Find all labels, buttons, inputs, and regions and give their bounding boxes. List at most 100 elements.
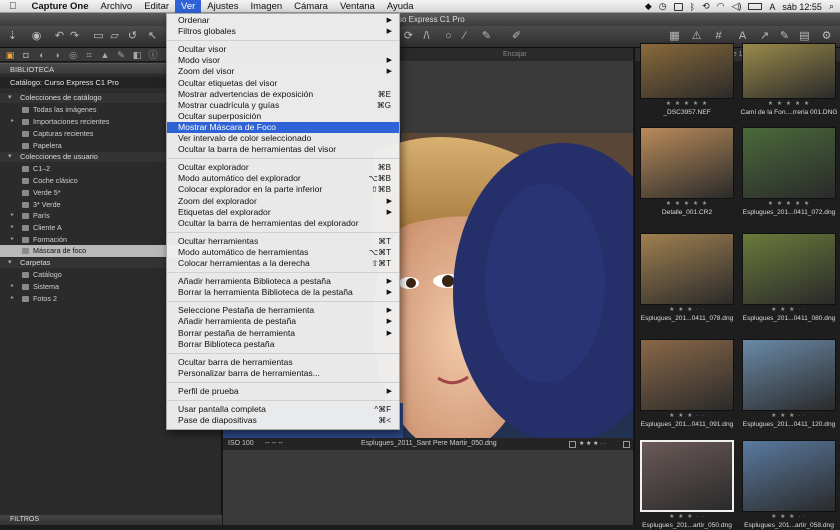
menu-item[interactable]: Etiquetas del explorador ▶ (167, 207, 399, 218)
tab-library-icon[interactable]: ▣ (5, 50, 15, 60)
tab-capture-icon[interactable]: ◘ (21, 50, 31, 60)
thumbnail-image[interactable] (742, 440, 836, 512)
menu-item[interactable]: Ocultar etiquetas del visor (167, 78, 399, 89)
menu-item[interactable]: Personalizar barra de herramientas... (167, 368, 399, 379)
thumbnail-rating[interactable]: ★ ★ ★ · · (637, 513, 737, 521)
menu-item[interactable]: Pase de diapositivas ⌘< (167, 415, 399, 426)
menu-app[interactable]: Capture One (26, 0, 95, 13)
circle-tool-icon[interactable]: ○ (442, 30, 455, 43)
menu-ventana[interactable]: Ventana (334, 0, 381, 13)
menu-item[interactable]: Usar pantalla completa ^⌘F (167, 404, 399, 415)
menu-item[interactable]: Filtros globales ▶ (167, 26, 399, 37)
select-checkbox-icon[interactable] (569, 441, 576, 448)
filters-header[interactable]: FILTROS (0, 515, 222, 525)
time-machine-icon[interactable]: ⟲ (702, 1, 710, 12)
thumbnail-image[interactable] (640, 233, 734, 305)
menu-item[interactable]: Añadir herramienta de pestaña ▶ (167, 316, 399, 327)
tab-local-icon[interactable]: ✎ (116, 50, 126, 60)
reset-icon[interactable]: ↺ (126, 30, 139, 43)
apply-adjust-icon[interactable]: ▱ (108, 30, 121, 43)
menu-ayuda[interactable]: Ayuda (381, 0, 420, 13)
clock-text[interactable]: sáb 12:55 (782, 2, 822, 12)
menu-item[interactable]: Modo visor ▶ (167, 55, 399, 66)
warning-icon[interactable]: ⚠ (690, 30, 703, 43)
thumbnail-rating[interactable]: ★ ★ ★ · · (637, 306, 737, 314)
menu-camara[interactable]: Cámara (288, 0, 334, 13)
expand-icon[interactable]: ▸ (11, 222, 14, 234)
menu-item[interactable]: Mostrar advertencias de exposición ⌘E (167, 89, 399, 100)
tab-details-icon[interactable]: ▲ (100, 50, 110, 60)
edit-icon[interactable]: ✎ (778, 30, 791, 43)
menu-item[interactable]: Borrar pestaña de herramienta ▶ (167, 328, 399, 339)
expand-icon[interactable]: ▸ (11, 116, 14, 128)
menu-item[interactable]: Borrar Biblioteca pestaña (167, 339, 399, 350)
menu-item[interactable]: Ocultar la barra de herramientas del exp… (167, 218, 399, 229)
thumbnail-rating[interactable]: ★ ★ ★ · · (739, 306, 839, 314)
expand-icon[interactable]: ▸ (11, 234, 14, 246)
picker-icon[interactable]: ✐ (510, 30, 523, 43)
bluetooth-icon[interactable]: ᛒ (690, 2, 695, 12)
thumbnail-rating[interactable]: ★ ★ ★ · · (739, 412, 839, 420)
grid-icon[interactable]: # (712, 30, 725, 43)
thumbnail-item[interactable]: ★ ★ ★ · · Esplugues_201...0411_078.dng (637, 231, 737, 323)
menu-item[interactable]: Perfil de prueba ▶ (167, 386, 399, 397)
clock-icon[interactable]: ◷ (659, 1, 667, 12)
settings-icon[interactable]: ⚙ (820, 30, 833, 43)
redo-icon[interactable]: ↷ (68, 30, 81, 43)
rotate-icon[interactable]: ⟳ (402, 30, 415, 43)
input-source-icon[interactable]: A (769, 2, 775, 12)
dropbox-icon[interactable]: ◆ (645, 1, 652, 12)
thumbnail-rating[interactable]: ★ ★ ★ · · (637, 412, 737, 420)
menu-ajustes[interactable]: Ajustes (201, 0, 244, 13)
menu-item[interactable]: Zoom del visor ▶ (167, 66, 399, 77)
cursor-icon[interactable]: ↖ (146, 30, 159, 43)
line-tool-icon[interactable]: ⁄ (458, 30, 471, 43)
thumbnail-item[interactable]: ★ ★ ★ ★ ★ Detalle_001.CR2 (637, 125, 737, 217)
expand-icon[interactable]: ▸ (11, 281, 14, 293)
thumbnail-rating[interactable]: ★ ★ ★ ★ ★ (637, 200, 737, 208)
menu-item[interactable]: Ocultar barra de herramientas (167, 357, 399, 368)
menu-item[interactable]: Seleccione Pestaña de herramienta ▶ (167, 305, 399, 316)
brush-icon[interactable]: ✎ (480, 30, 493, 43)
battery-icon[interactable] (748, 3, 763, 10)
thumbnail-rating[interactable]: ★ ★ ★ ★ ★ (739, 100, 839, 108)
thumbnail-rating[interactable]: ★ ★ ★ · · (739, 513, 839, 521)
thumbnail-item[interactable]: ★ ★ ★ ★ ★ _DSC3957.NEF (637, 43, 737, 135)
expand-icon[interactable]: ▸ (11, 293, 14, 305)
spotlight-icon[interactable]: ⌕ (829, 1, 834, 12)
thumbnail-item[interactable]: ★ ★ ★ · · Esplugues_201...0411_091.dng (637, 337, 737, 429)
undo-icon[interactable]: ↶ (53, 30, 66, 43)
menu-item[interactable]: Mostrar cuadrícula y guías ⌘G (167, 100, 399, 111)
menu-imagen[interactable]: Imagen (244, 0, 288, 13)
thumbnail-image[interactable] (742, 127, 836, 199)
thumbnail-image[interactable] (742, 339, 836, 411)
import-icon[interactable]: ⇣ (6, 30, 19, 43)
menu-item[interactable]: Añadir herramienta Biblioteca a pestaña ▶ (167, 276, 399, 287)
volume-icon[interactable]: ◁) (731, 1, 741, 12)
menu-archivo[interactable]: Archivo (95, 0, 139, 13)
menu-item[interactable]: Ocultar superposición (167, 111, 399, 122)
grid-view-icon[interactable]: ▦ (668, 30, 681, 43)
straighten-icon[interactable]: /\ (420, 30, 433, 43)
thumbnail-image[interactable] (640, 127, 734, 199)
thumbnail-rating[interactable]: ★ ★ ★ ★ ★ (637, 100, 737, 108)
menu-item[interactable]: Modo automático del explorador ⌥⌘B (167, 173, 399, 184)
color-tag-icon[interactable] (623, 441, 630, 448)
apple-menu-icon[interactable]:  (0, 0, 26, 13)
menu-ver[interactable]: Ver (175, 0, 202, 13)
fit-label[interactable]: Encajar (503, 51, 527, 58)
thumbnail-image[interactable] (742, 233, 836, 305)
thumbnail-image[interactable] (640, 43, 734, 99)
menu-item[interactable]: Ordenar ▶ (167, 15, 399, 26)
tab-lens-icon[interactable]: ◎ (68, 50, 78, 60)
text-icon[interactable]: A (736, 30, 749, 43)
thumbnail-item[interactable]: ★ ★ ★ · · Esplugues_201...artir_058.dng (739, 438, 839, 530)
tab-exposure-icon[interactable]: ◑ (52, 50, 62, 60)
menu-item[interactable]: Borrar la herramienta Biblioteca de la p… (167, 287, 399, 298)
wifi-icon[interactable]: ◠ (717, 1, 725, 12)
menu-item[interactable]: Ocultar visor (167, 44, 399, 55)
copy-adjust-icon[interactable]: ▭ (92, 30, 105, 43)
thumbnail-image[interactable] (640, 339, 734, 411)
export-icon[interactable]: ↗ (758, 30, 771, 43)
tab-crop-icon[interactable]: ⌗ (84, 50, 94, 60)
